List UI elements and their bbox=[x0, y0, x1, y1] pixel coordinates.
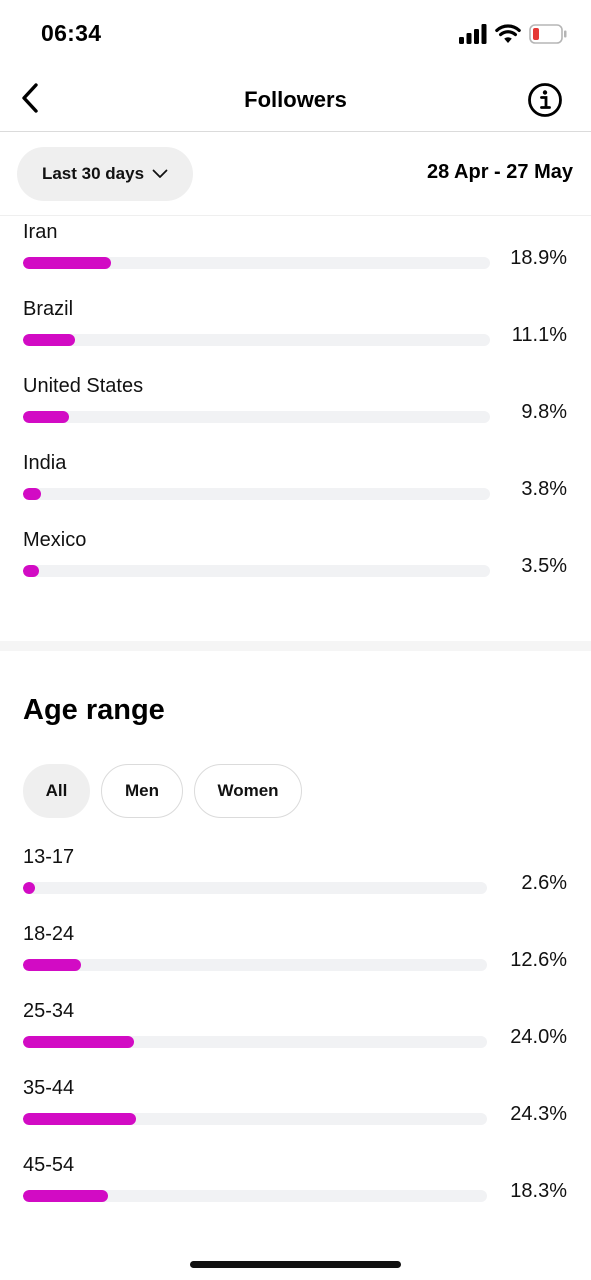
location-row: Iran 18.9% bbox=[0, 221, 591, 298]
location-row: Brazil 11.1% bbox=[0, 298, 591, 375]
location-label: Brazil bbox=[23, 298, 74, 320]
age-row: 35-44 24.3% bbox=[0, 1077, 591, 1154]
location-row: United States 9.8% bbox=[0, 375, 591, 452]
bar-track bbox=[23, 257, 490, 269]
home-indicator bbox=[190, 1261, 401, 1268]
filter-row: Last 30 days 28 Apr - 27 May bbox=[0, 132, 591, 216]
bar-fill bbox=[23, 959, 81, 971]
bar-track bbox=[23, 1190, 487, 1202]
bar-track bbox=[23, 488, 490, 500]
bar-fill bbox=[23, 1113, 136, 1125]
age-label: 13-17 bbox=[23, 846, 75, 868]
status-icons bbox=[459, 24, 567, 49]
battery-icon bbox=[529, 24, 567, 49]
age-value: 24.0% bbox=[510, 1026, 567, 1048]
bar-track bbox=[23, 959, 487, 971]
bar-fill bbox=[23, 411, 69, 423]
age-range-title: Age range bbox=[23, 694, 165, 726]
location-value: 18.9% bbox=[510, 247, 567, 269]
age-label: 35-44 bbox=[23, 1077, 75, 1099]
chevron-down-icon bbox=[152, 164, 168, 184]
wifi-icon bbox=[495, 24, 521, 49]
bar-fill bbox=[23, 488, 41, 500]
bar-track bbox=[23, 565, 490, 577]
bar-track bbox=[23, 1113, 487, 1125]
bar-fill bbox=[23, 882, 35, 894]
location-value: 3.5% bbox=[521, 555, 567, 577]
age-label: 25-34 bbox=[23, 1000, 75, 1022]
status-time: 06:34 bbox=[41, 20, 102, 46]
bar-fill bbox=[23, 257, 111, 269]
age-value: 24.3% bbox=[510, 1103, 567, 1125]
location-row: Mexico 3.5% bbox=[0, 529, 591, 606]
age-row: 18-24 12.6% bbox=[0, 923, 591, 1000]
bar-fill bbox=[23, 565, 39, 577]
tab-all[interactable]: All bbox=[23, 764, 90, 818]
location-value: 9.8% bbox=[521, 401, 567, 423]
bar-track bbox=[23, 1036, 487, 1048]
age-value: 18.3% bbox=[510, 1180, 567, 1202]
tab-men[interactable]: Men bbox=[101, 764, 183, 818]
navigation-bar: Followers bbox=[0, 70, 591, 132]
location-value: 11.1% bbox=[511, 324, 567, 346]
age-label: 18-24 bbox=[23, 923, 75, 945]
info-icon bbox=[527, 83, 563, 122]
age-row: 13-17 2.6% bbox=[0, 846, 591, 923]
location-label: United States bbox=[23, 375, 144, 397]
bar-fill bbox=[23, 1036, 134, 1048]
info-button[interactable] bbox=[527, 82, 563, 118]
bar-track bbox=[23, 411, 490, 423]
page-title: Followers bbox=[244, 87, 347, 112]
status-bar: 06:34 bbox=[0, 0, 591, 70]
age-label: 45-54 bbox=[23, 1154, 75, 1176]
period-dropdown[interactable]: Last 30 days bbox=[17, 147, 193, 201]
bar-fill bbox=[23, 1190, 108, 1202]
bar-track bbox=[23, 334, 490, 346]
location-row: India 3.8% bbox=[0, 452, 591, 529]
age-value: 2.6% bbox=[521, 872, 567, 894]
signal-icon bbox=[459, 24, 487, 49]
location-label: Mexico bbox=[23, 529, 87, 551]
location-value: 3.8% bbox=[521, 478, 567, 500]
location-label: Iran bbox=[23, 221, 58, 243]
bar-fill bbox=[23, 334, 75, 346]
period-label: Last 30 days bbox=[41, 164, 145, 183]
date-range: 28 Apr - 27 May bbox=[427, 161, 573, 183]
bar-track bbox=[23, 882, 487, 894]
tab-women[interactable]: Women bbox=[194, 764, 302, 818]
section-divider bbox=[0, 641, 591, 651]
age-row: 45-54 18.3% bbox=[0, 1154, 591, 1231]
age-value: 12.6% bbox=[510, 949, 567, 971]
location-label: India bbox=[23, 452, 67, 474]
age-row: 25-34 24.0% bbox=[0, 1000, 591, 1077]
